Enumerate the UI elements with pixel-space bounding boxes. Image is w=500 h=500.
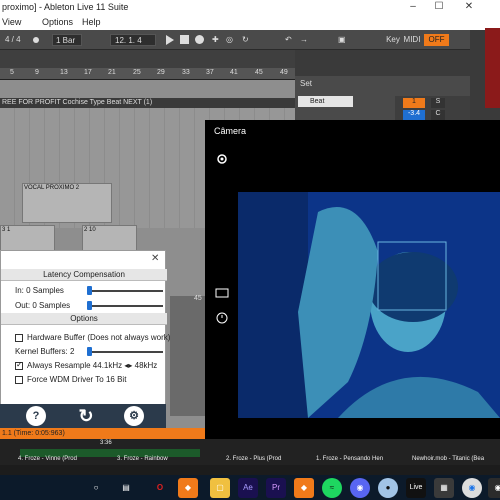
input-latency-slider[interactable] [87, 290, 163, 292]
follow-icon[interactable]: → [300, 35, 308, 44]
key-map-icon[interactable]: ▣ [338, 35, 346, 44]
kernel-buffers-thumb[interactable] [87, 347, 92, 356]
metronome-icon[interactable] [33, 37, 39, 43]
scene-4[interactable]: 4. Froze - Vinne (Prod [18, 456, 77, 462]
spotify-icon[interactable]: ≈ [322, 478, 342, 498]
pan-center[interactable]: C [431, 110, 445, 120]
close-icon[interactable]: ✕ [151, 253, 159, 264]
camera-title: Câmera [214, 126, 247, 136]
always-resample-label: Always Resample 44.1kHz ◂▸ 48kHz [27, 361, 158, 370]
webcam-image [238, 192, 500, 418]
maximize-icon[interactable]: ☐ [426, 0, 452, 14]
camera-icon[interactable]: ◉ [488, 478, 500, 498]
volume-value[interactable]: -3.4 [403, 110, 425, 120]
scene-2[interactable]: 2. Froze - Plus (Prod [226, 456, 281, 462]
beat-ruler[interactable]: 5 9 13 17 21 25 29 33 37 41 45 49 [0, 68, 295, 80]
input-latency-thumb[interactable] [87, 286, 92, 295]
kernel-buffers-slider[interactable] [87, 351, 163, 353]
set-title: Set [300, 79, 313, 88]
kernel-buffers-label: Kernel Buffers: 2 [15, 347, 75, 356]
play-button[interactable] [166, 35, 174, 45]
quantize-select[interactable]: 1 Bar [52, 34, 82, 46]
opera-icon[interactable]: O [150, 478, 170, 498]
solo-button[interactable]: S [431, 98, 445, 108]
close-icon[interactable]: ✕ [456, 0, 482, 14]
time-signature[interactable]: 4 / 4 [5, 35, 21, 44]
window-titlebar: proximo] - Ableton Live 11 Suite – ☐ ✕ [0, 0, 500, 14]
asio-toolbar: ? ↻ ⚙ [0, 404, 166, 428]
photo-mode-icon[interactable] [215, 287, 229, 299]
time-mark: 3:36 [100, 440, 112, 446]
taskbar: ○ ▤ O ◆ ▢ Ae Pr ◆ ≈ ◉ ● Live ▦ ◉ ◉ [0, 475, 500, 500]
scene-3[interactable]: 3. Froze - Rainbow [117, 456, 168, 462]
input-latency-label: In: 0 Samples [15, 286, 64, 295]
refresh-icon[interactable]: ↻ [76, 406, 96, 426]
clip-b[interactable]: 2 10 [82, 225, 137, 253]
divider [0, 465, 500, 475]
discord-icon[interactable]: ◉ [350, 478, 370, 498]
search-icon[interactable]: ○ [86, 478, 106, 498]
overdub-icon[interactable]: ✚ [212, 35, 219, 44]
gear-icon[interactable] [215, 152, 229, 166]
draw-mode-icon[interactable]: ↶ [285, 35, 292, 44]
menu-bar: View Options Help [0, 14, 500, 30]
track-lane-lower[interactable]: 45 [170, 295, 205, 416]
latency-header: Latency Compensation [1, 269, 167, 281]
position-field[interactable]: 12. 1. 4 [110, 34, 156, 46]
hardware-buffer-label: Hardware Buffer (Does not always work) [27, 333, 171, 342]
status-bar: 1.1 (Time: 0:05:963) [0, 428, 205, 439]
clip-vocal[interactable]: VOCAL PROXIMO 2 [22, 183, 112, 223]
key-button[interactable]: Key [384, 34, 402, 46]
output-latency-slider[interactable] [87, 305, 163, 307]
gear-icon[interactable]: ⚙ [124, 406, 144, 426]
loop-icon[interactable]: ↻ [242, 35, 249, 44]
camera-preview [238, 192, 500, 418]
menu-view[interactable]: View [2, 17, 21, 27]
track-number[interactable]: 1 [403, 98, 425, 108]
fl-studio-icon[interactable]: ◆ [294, 478, 314, 498]
camera-window: Câmera [205, 120, 500, 465]
track-header[interactable]: REE FOR PROFIT Cochise Type Beat NEXT (1… [0, 98, 295, 108]
track-beat[interactable]: Beat [298, 96, 353, 107]
scene-1[interactable]: 1. Froze - Pensando Hen [316, 456, 383, 462]
premiere-icon[interactable]: Pr [266, 478, 286, 498]
output-latency-label: Out: 0 Samples [15, 301, 71, 310]
automation-icon[interactable]: ◎ [226, 35, 233, 44]
scene-strip: 3:36 4. Froze - Vinne (Prod 3. Froze - R… [0, 439, 500, 465]
clip-a[interactable]: 3 1 [0, 225, 55, 253]
help-icon[interactable]: ? [26, 406, 46, 426]
midi-button[interactable]: MIDI [403, 34, 421, 46]
audio-settings-dialog: ✕ Latency Compensation In: 0 Samples Out… [0, 250, 170, 428]
explorer-icon[interactable]: ▦ [434, 478, 454, 498]
hardware-buffer-checkbox[interactable] [15, 334, 23, 342]
scene-5[interactable]: Newhoir.mob - Titanic (Bea [412, 456, 484, 462]
timer-icon[interactable] [215, 310, 229, 324]
always-resample-checkbox[interactable] [15, 360, 23, 370]
record-button[interactable] [195, 35, 204, 44]
game-icon[interactable]: ● [378, 478, 398, 498]
fl-studio-icon[interactable]: ◆ [178, 478, 198, 498]
output-latency-thumb[interactable] [87, 301, 92, 310]
window-title: proximo] - Ableton Live 11 Suite [2, 2, 129, 12]
ableton-icon[interactable]: Live [406, 478, 426, 498]
overview-bar[interactable] [0, 50, 295, 68]
stop-button[interactable] [180, 35, 189, 44]
menu-options[interactable]: Options [42, 17, 73, 27]
minimize-icon[interactable]: – [400, 0, 426, 14]
menu-help[interactable]: Help [82, 17, 101, 27]
task-view-icon[interactable]: ▤ [116, 478, 136, 498]
off-button[interactable]: OFF [424, 34, 449, 46]
force-wdm-label: Force WDM Driver To 16 Bit [27, 375, 127, 384]
chrome-icon[interactable]: ◉ [462, 478, 482, 498]
background-window-edge [485, 28, 500, 108]
transport-bar: 4 / 4 1 Bar 12. 1. 4 ✚ ◎ ↻ ↶ → ▣ Key MID… [0, 30, 470, 50]
options-header: Options [1, 313, 167, 325]
force-wdm-checkbox[interactable] [15, 376, 23, 384]
file-explorer-icon[interactable]: ▢ [210, 478, 230, 498]
after-effects-icon[interactable]: Ae [238, 478, 258, 498]
